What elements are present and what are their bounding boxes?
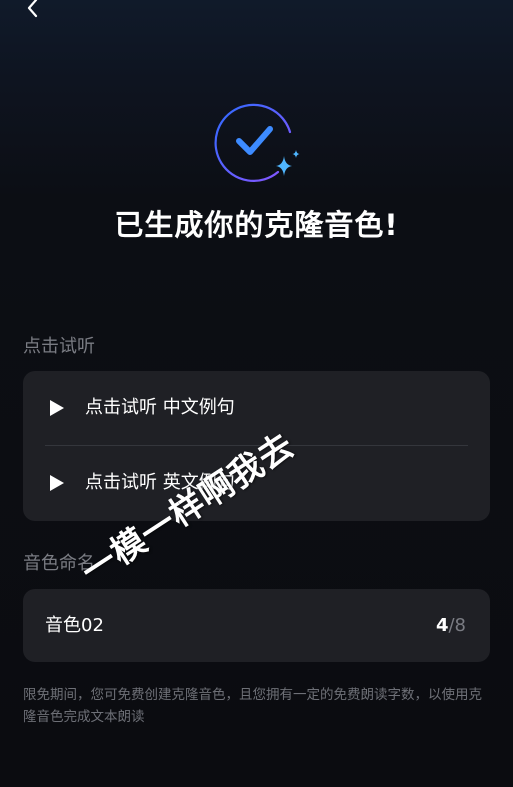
play-icon xyxy=(50,400,64,416)
page-title: 已生成你的克隆音色! xyxy=(114,208,399,242)
voice-name-field[interactable]: 4/8 xyxy=(23,589,490,662)
play-icon xyxy=(50,475,64,491)
listen-chinese-sample-label: 点击试听 中文例句 xyxy=(85,397,235,418)
chevron-left-icon xyxy=(27,0,38,18)
listen-section-label: 点击试听 xyxy=(23,336,95,357)
voice-name-input[interactable] xyxy=(45,613,425,639)
free-trial-note: 限免期间，您可免费创建克隆音色，且您拥有一定的免费朗读字数，以使用克隆音色完成文… xyxy=(23,687,482,725)
char-counter-current: 4 xyxy=(435,615,449,636)
char-counter: 4/8 xyxy=(436,613,466,639)
check-circle-sparkle-icon xyxy=(212,96,304,188)
back-button[interactable] xyxy=(20,0,46,18)
char-counter-max: 8 xyxy=(454,615,466,636)
